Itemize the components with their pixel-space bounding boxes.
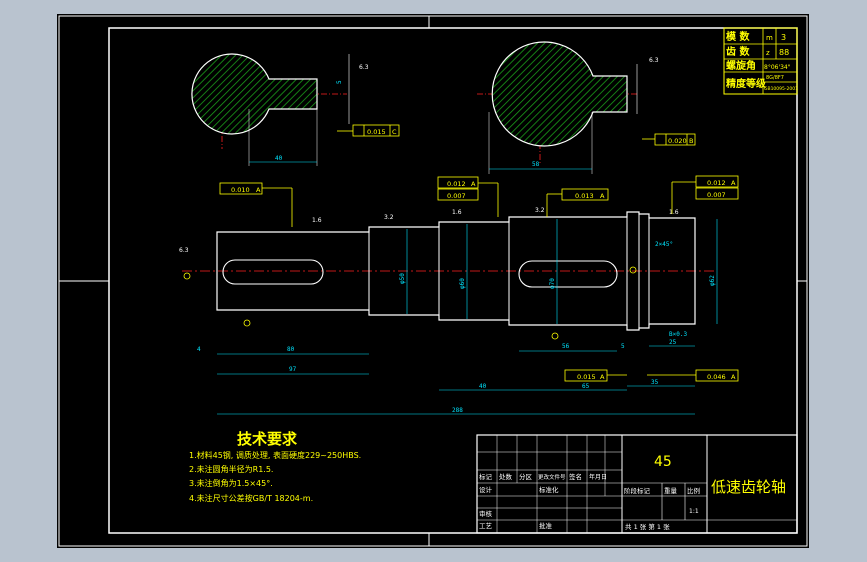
datum-a-5: A bbox=[600, 373, 605, 381]
dim-d5: 5 bbox=[621, 343, 625, 350]
dim-d40: 40 bbox=[479, 383, 487, 390]
datum-a-2: A bbox=[471, 180, 476, 188]
spec-label-accuracy: 精度等级 bbox=[726, 77, 767, 90]
section-view-left: 40 5 6.3 0.015 C bbox=[191, 53, 400, 166]
dim-sec-left-depth: 5 bbox=[336, 80, 343, 84]
datum-a-3: A bbox=[600, 192, 605, 200]
tb-cell-mark: 标记 bbox=[479, 472, 493, 481]
dim-d25: 25 bbox=[669, 339, 677, 346]
dim-key-mid: 56 bbox=[562, 343, 570, 350]
datum-b-right: B bbox=[689, 137, 693, 145]
tol-bottom-mid: 0.015 bbox=[577, 373, 596, 381]
keyway-mid bbox=[518, 260, 618, 288]
title-block: 标记 处数 分区 更改文件号 签名 年月日 设计 标准化 审核 工艺 批准 45… bbox=[476, 434, 798, 534]
roughness-3: 1.6 bbox=[452, 209, 462, 216]
roughness-5: 1.6 bbox=[669, 209, 679, 216]
tol-right-upper: 0.012 bbox=[707, 179, 726, 187]
spec-value-fit: 8G/8F7 bbox=[766, 75, 784, 81]
spec-value-teeth: 88 bbox=[779, 48, 789, 57]
spec-label-module: 模 数 bbox=[726, 30, 750, 43]
tb-cell-zone: 分区 bbox=[519, 472, 533, 481]
tolerance-left-section: 0.015 bbox=[367, 128, 386, 136]
keyway-left bbox=[222, 259, 324, 285]
spec-value-accuracy: GB10095-2001 bbox=[764, 86, 798, 92]
tech-req-item-3: 3.未注倒角为1.5×45°. bbox=[189, 478, 273, 488]
section-roughness-left: 6.3 bbox=[359, 64, 369, 71]
shaft-drawing-svg: 40 5 6.3 0.015 C 58 6.3 0.020 B 模 数 m 3 … bbox=[58, 15, 808, 547]
tolerance-frames-main: 0.010 A 0.012 A 0.007 0.013 A 0.012 A 0.… bbox=[219, 175, 739, 382]
tb-material: 45 bbox=[654, 454, 672, 470]
spec-value-helix: 8°06'34" bbox=[764, 64, 791, 71]
technical-requirements: 技术要求 1.材料45钢, 调质处理, 表面硬度229~250HBS. 2.未注… bbox=[189, 430, 361, 503]
tb-cell-date: 年月日 bbox=[589, 473, 607, 481]
datum-c-left: C bbox=[392, 128, 397, 136]
dim-dia1: φ50 bbox=[399, 273, 406, 284]
tech-req-item-4: 4.未注尺寸公差按GB/T 18204-m. bbox=[189, 493, 313, 503]
tech-req-item-1: 1.材料45钢, 调质处理, 表面硬度229~250HBS. bbox=[189, 450, 361, 460]
dim-groove: B×0.3 bbox=[669, 331, 687, 338]
tb-scale-label: 比例 bbox=[687, 486, 700, 495]
tb-cell-standard: 标准化 bbox=[539, 485, 559, 494]
spec-symbol-module: m bbox=[766, 34, 773, 42]
tb-stage-label: 阶段标记 bbox=[624, 486, 651, 495]
tb-weight-label: 重量 bbox=[664, 487, 678, 495]
dim-dia4: φ62 bbox=[709, 275, 716, 286]
dim-sec-left-width: 40 bbox=[275, 155, 283, 162]
datum-a-1: A bbox=[256, 186, 261, 194]
tb-sheet: 共 1 张 第 1 张 bbox=[625, 522, 670, 531]
dim-d65: 65 bbox=[582, 383, 590, 390]
shaft-main-view: φ50 φ60 φ70 φ62 2×45° B×0.3 80 97 4 56 5… bbox=[179, 207, 718, 415]
dim-d35: 35 bbox=[651, 379, 659, 386]
tol-mid-upper2: 0.007 bbox=[447, 192, 466, 200]
roughness-2: 3.2 bbox=[384, 214, 394, 221]
roughness-1: 1.6 bbox=[312, 217, 322, 224]
dim-sec-right-width: 58 bbox=[532, 161, 540, 168]
tb-part-name: 低速齿轮轴 bbox=[711, 478, 786, 496]
tb-cell-sign: 签名 bbox=[569, 472, 582, 481]
tech-req-title: 技术要求 bbox=[237, 430, 298, 448]
cad-drawing-canvas: 40 5 6.3 0.015 C 58 6.3 0.020 B 模 数 m 3 … bbox=[57, 14, 809, 548]
section-view-right: 58 6.3 0.020 B bbox=[477, 41, 696, 174]
tech-req-item-2: 2.未注圆角半径为R1.5. bbox=[189, 464, 273, 474]
tol-right-upper2: 0.007 bbox=[707, 191, 726, 199]
tb-scale-value: 1:1 bbox=[689, 508, 699, 515]
tb-cell-review: 审核 bbox=[479, 509, 493, 518]
roughness-4: 3.2 bbox=[535, 207, 545, 214]
spec-label-teeth: 齿 数 bbox=[726, 45, 750, 58]
tol-mid-right: 0.013 bbox=[575, 192, 594, 200]
tb-cell-process: 工艺 bbox=[479, 522, 493, 530]
spec-symbol-teeth: z bbox=[766, 49, 770, 57]
section-roughness-right: 6.3 bbox=[649, 57, 659, 64]
dim-d4: 4 bbox=[197, 346, 201, 353]
datum-a-4: A bbox=[731, 179, 736, 187]
tol-left-shaft: 0.010 bbox=[231, 186, 250, 194]
gear-spec-table: 模 数 m 3 齿 数 z 88 螺旋角 8°06'34" 8G/8F7 精度等… bbox=[723, 27, 798, 95]
tol-bottom-right: 0.046 bbox=[707, 373, 726, 381]
dim-overall: 288 bbox=[452, 407, 463, 414]
dim-dia2: φ60 bbox=[459, 278, 466, 289]
dim-dia3: φ70 bbox=[549, 278, 556, 289]
spec-value-module: 3 bbox=[781, 33, 786, 42]
dim-left-total: 97 bbox=[289, 366, 297, 373]
tol-mid-upper: 0.012 bbox=[447, 180, 466, 188]
tb-cell-change: 更改文件号 bbox=[538, 473, 566, 481]
dim-chamfer: 2×45° bbox=[655, 241, 673, 248]
tb-cell-approve: 批准 bbox=[539, 521, 553, 530]
tb-cell-count: 处数 bbox=[499, 472, 513, 481]
tb-cell-design: 设计 bbox=[479, 485, 493, 494]
dim-key-left: 80 bbox=[287, 346, 295, 353]
datum-a-6: A bbox=[731, 373, 736, 381]
spec-label-helix: 螺旋角 bbox=[726, 59, 756, 72]
roughness-6: 6.3 bbox=[179, 247, 189, 254]
tolerance-right-section: 0.020 bbox=[668, 137, 687, 145]
